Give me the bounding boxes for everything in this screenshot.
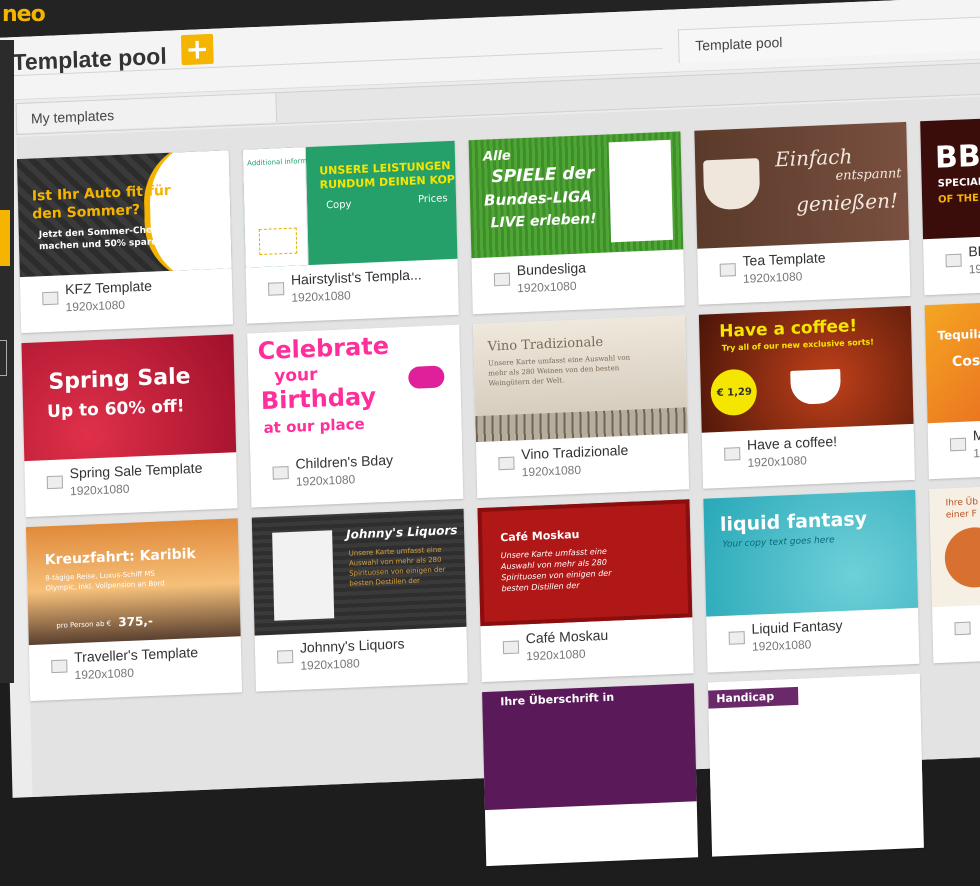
template-thumbnail: Einfach entspannt genießen! [694, 121, 910, 249]
template-card[interactable]: Vino Tradizionale Unsere Karte umfasst e… [473, 315, 690, 499]
template-thumbnail: Spring Sale Up to 60% off! [21, 334, 237, 462]
template-icon [728, 631, 745, 645]
template-card[interactable]: Alle SPIELE der Bundes-LIGA LIVE erleben… [468, 131, 685, 315]
template-thumbnail: Celebrate your Birthday at our place [247, 324, 462, 452]
template-icon [954, 621, 971, 636]
rail-item-icon[interactable] [0, 340, 7, 376]
template-name: BBQ [968, 242, 980, 260]
template-card[interactable]: Ihre Üb einer F [929, 480, 980, 664]
template-icon [724, 447, 741, 461]
template-resolution: 1920x1080 [968, 259, 980, 277]
template-resolution: 1920x1080 [526, 646, 586, 664]
template-thumbnail: Have a coffee! Try all of our new exclus… [698, 305, 914, 433]
template-card[interactable]: Additional information UNSERE LEISTUNGEN… [242, 140, 459, 324]
template-icon [51, 659, 68, 674]
tab-template-pool[interactable]: Template pool [677, 14, 980, 64]
template-icon [46, 475, 64, 490]
left-rail [0, 40, 14, 683]
template-icon [949, 437, 967, 452]
template-name: Children's Bday [295, 451, 394, 472]
template-thumbnail: Kreuzfahrt: Karibik 8-tägige Reise, Luxu… [25, 518, 241, 646]
template-resolution: 1920x1080 [751, 637, 812, 654]
template-card[interactable]: Celebrate your Birthday at our place Chi… [247, 324, 464, 508]
template-resolution: 1920x1080 [973, 443, 980, 461]
main-panel: Template pool + Template pool My templat… [0, 0, 980, 867]
template-card[interactable]: Handicap [707, 673, 924, 857]
template-icon [42, 291, 59, 306]
template-icon [277, 650, 294, 664]
template-thumbnail: Ihre Üb einer F [929, 480, 980, 608]
template-card[interactable]: Einfach entspannt genießen! Tea Template… [694, 121, 911, 305]
template-name: Traveller's Template [73, 643, 199, 666]
template-thumbnail: Additional information UNSERE LEISTUNGEN… [242, 140, 458, 268]
template-icon [945, 253, 962, 268]
template-icon [493, 272, 511, 287]
template-name: M [972, 426, 980, 444]
template-card[interactable]: Ist Ihr Auto fit für den Sommer? Jetzt d… [16, 150, 234, 334]
template-thumbnail: Tequila Cosm [924, 296, 980, 424]
template-resolution: 1920x1080 [291, 288, 351, 305]
template-thumbnail: liquid fantasy Your copy text goes here [703, 489, 919, 617]
add-template-button[interactable]: + [180, 32, 214, 66]
template-name: Tea Template [742, 249, 826, 269]
template-icon [498, 456, 515, 471]
template-name: KFZ Template [64, 277, 153, 298]
template-name: Liquid Fantasy [751, 616, 843, 637]
template-resolution: 1920x1080 [295, 472, 356, 489]
template-resolution: 1920x1080 [747, 453, 808, 470]
template-thumbnail: Ist Ihr Auto fit für den Sommer? Jetzt d… [16, 150, 232, 278]
template-thumbnail: Alle SPIELE der Bundes-LIGA LIVE erleben… [468, 131, 684, 259]
template-thumbnail: Johnny's Liquors Unsere Karte umfasst ei… [251, 508, 467, 636]
template-card[interactable]: liquid fantasy Your copy text goes here … [703, 489, 920, 673]
template-card[interactable]: Have a coffee! Try all of our new exclus… [698, 305, 915, 489]
template-icon [272, 466, 289, 480]
template-card[interactable]: BBQ SPECIAL OF THE W BBQ 1920x1080 [920, 112, 980, 296]
template-name: Bundesliga [516, 259, 587, 279]
template-card[interactable]: Ihre Überschrift in [482, 683, 699, 867]
app-logo[interactable]: neo [2, 2, 46, 27]
template-card[interactable]: Spring Sale Up to 60% off! Spring Sale T… [21, 334, 238, 518]
template-name: Spring Sale Template [69, 459, 203, 482]
template-name: Vino Tradizionale [521, 441, 629, 463]
template-resolution: 1920x1080 [517, 278, 577, 296]
template-name: Have a coffee! [746, 433, 838, 453]
template-resolution: 1920x1080 [65, 297, 126, 315]
template-thumbnail: Ihre Überschrift in [482, 683, 697, 811]
template-thumbnail: BBQ SPECIAL OF THE W [920, 112, 980, 240]
template-card[interactable]: Café Moskau Unsere Karte umfasst eine Au… [477, 499, 694, 683]
template-icon [502, 640, 520, 655]
rail-active-indicator[interactable] [0, 210, 10, 266]
template-name: Hairstylist's Templa... [290, 266, 422, 288]
template-thumbnail: Vino Tradizionale Unsere Karte umfasst e… [473, 315, 688, 443]
template-resolution: 1920x1080 [74, 665, 135, 683]
template-name: Johnny's Liquors [299, 635, 405, 656]
template-card[interactable]: Tequila Cosm M 1920x1080 [924, 296, 980, 480]
template-resolution: 1920x1080 [742, 269, 803, 286]
template-resolution: 1920x1080 [521, 462, 582, 480]
template-icon [719, 263, 736, 277]
template-icon [268, 282, 285, 296]
template-card[interactable]: Kreuzfahrt: Karibik 8-tägige Reise, Luxu… [25, 518, 243, 702]
template-card[interactable]: Johnny's Liquors Unsere Karte umfasst ei… [251, 508, 468, 692]
template-thumbnail: Café Moskau Unsere Karte umfasst eine Au… [477, 499, 693, 627]
template-grid: Ist Ihr Auto fit für den Sommer? Jetzt d… [16, 93, 980, 867]
template-resolution: 1920x1080 [69, 481, 130, 499]
template-thumbnail: Handicap [707, 673, 923, 801]
template-name: Café Moskau [525, 626, 609, 647]
template-resolution: 1920x1080 [300, 656, 360, 673]
